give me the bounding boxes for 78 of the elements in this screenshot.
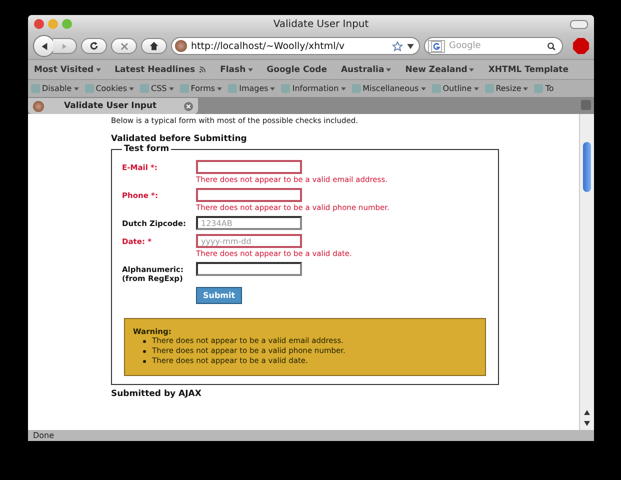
search-engine-icon[interactable] xyxy=(428,40,445,52)
toolbar-menu[interactable]: Forms xyxy=(180,84,222,93)
caret-icon xyxy=(420,86,426,90)
toolbar-icon xyxy=(140,84,150,93)
caret-icon xyxy=(248,68,253,72)
scroll-arrows-icon[interactable] xyxy=(583,408,591,428)
feed-icon xyxy=(199,66,206,73)
caret-icon xyxy=(129,86,134,90)
toolbar-menu[interactable]: Resize xyxy=(484,84,528,93)
toolbar-menu[interactable]: Miscellaneous xyxy=(352,84,426,93)
stop-sign-icon[interactable] xyxy=(573,38,589,54)
site-icon xyxy=(33,100,44,112)
forward-arrow-icon xyxy=(61,43,68,50)
input-field[interactable] xyxy=(196,262,302,276)
input-field[interactable] xyxy=(196,188,302,202)
bookmark-item[interactable]: Most Visited xyxy=(34,64,101,74)
caret-icon xyxy=(217,86,222,90)
close-icon xyxy=(120,42,128,50)
toolbar-icon xyxy=(31,84,40,93)
caret-icon xyxy=(96,68,101,72)
bookmark-item[interactable]: Flash xyxy=(220,64,253,74)
status-text: Done xyxy=(33,431,54,440)
back-button[interactable] xyxy=(33,35,55,57)
site-icon xyxy=(175,40,187,52)
reload-button[interactable] xyxy=(81,38,107,54)
toolbar-icon xyxy=(352,84,361,93)
toolbar-icon xyxy=(534,84,544,93)
section-heading: Validated before Submitting xyxy=(111,134,248,144)
section-heading: Submitted by AJAX xyxy=(111,389,202,399)
toolbar-icon xyxy=(84,84,94,93)
caret-icon xyxy=(74,86,79,90)
toolbar-icon xyxy=(180,84,189,93)
address-field[interactable]: http://localhost/~Woolly/xhtml/v xyxy=(171,37,420,55)
submit-button[interactable]: Submit xyxy=(196,287,242,304)
toolbar-menu[interactable]: Information xyxy=(281,84,346,93)
toolbar-menu[interactable]: CSS xyxy=(140,84,174,93)
bookmark-item[interactable]: Latest Headlines xyxy=(114,64,206,74)
toolbar-menu[interactable]: Cookies xyxy=(84,84,134,93)
dropdown-icon[interactable] xyxy=(407,44,414,48)
toolbar-menu[interactable]: Disable xyxy=(31,84,79,93)
caret-icon xyxy=(270,86,276,90)
caret-icon xyxy=(523,86,528,90)
input-field[interactable]: yyyy-mm-dd xyxy=(196,234,302,248)
caret-icon xyxy=(474,86,479,90)
star-icon[interactable] xyxy=(392,40,403,52)
scrollbar[interactable] xyxy=(579,114,594,430)
toolbar-menu[interactable]: To xyxy=(534,84,554,93)
bookmark-item[interactable]: Australia xyxy=(340,64,392,74)
form-legend: Test form xyxy=(122,144,172,154)
toolbar-menu[interactable]: Images xyxy=(228,84,276,93)
caret-icon xyxy=(386,68,392,72)
home-icon xyxy=(149,41,159,51)
caret-icon xyxy=(340,86,346,90)
browser-tab[interactable]: Validate User Input xyxy=(28,98,198,114)
scroll-thumb[interactable] xyxy=(583,142,591,192)
toolbar-icon xyxy=(281,84,290,93)
bullet-icon xyxy=(143,340,146,342)
toolbar-icon xyxy=(484,84,494,93)
toolbar-icon xyxy=(228,84,238,93)
bookmark-item[interactable]: New Zealand xyxy=(405,64,474,74)
back-arrow-icon xyxy=(40,42,48,50)
bullet-icon xyxy=(143,360,146,362)
caret-icon xyxy=(168,86,174,90)
reload-icon xyxy=(89,41,99,51)
close-icon[interactable] xyxy=(184,102,193,110)
bookmark-item[interactable]: Google Code xyxy=(266,64,327,74)
toolbar-toggle-icon[interactable] xyxy=(570,20,588,28)
toolbar-icon xyxy=(432,84,441,93)
bullet-icon xyxy=(143,350,146,352)
search-icon[interactable] xyxy=(547,42,556,50)
input-field[interactable] xyxy=(196,160,302,174)
input-field[interactable]: 1234AB xyxy=(196,216,302,230)
close-icon[interactable] xyxy=(34,19,44,29)
toolbar-menu[interactable]: Outline xyxy=(432,84,479,93)
home-button[interactable] xyxy=(141,38,167,54)
window-title: Validate User Input xyxy=(272,18,370,30)
caret-icon xyxy=(469,68,474,72)
bookmark-item[interactable]: XHTML Template xyxy=(488,64,569,74)
